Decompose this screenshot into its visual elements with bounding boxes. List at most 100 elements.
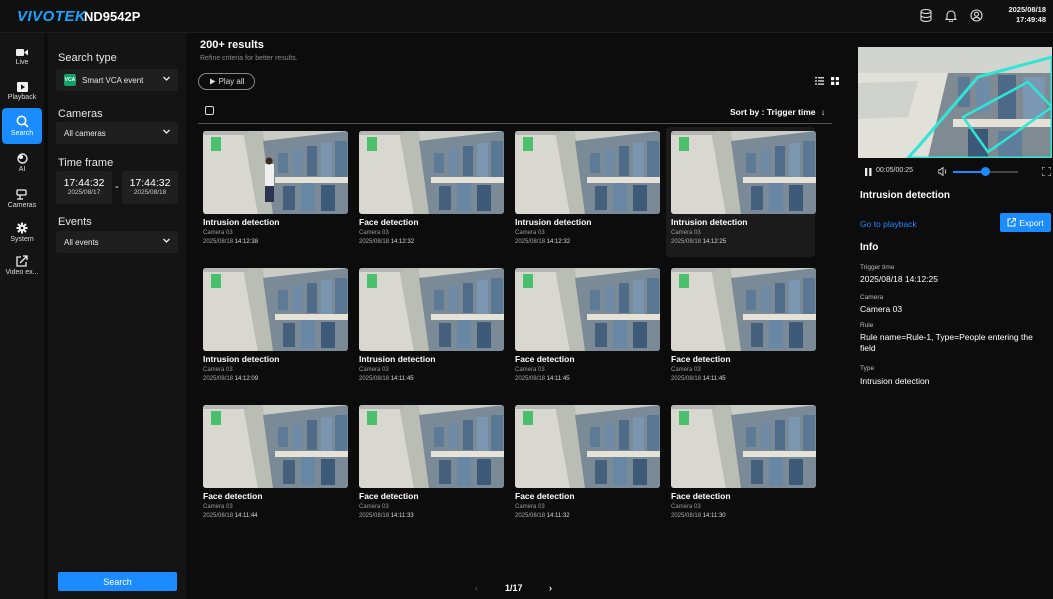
select-all-checkbox[interactable]	[205, 106, 214, 115]
events-label: Events	[58, 216, 92, 228]
result-card[interactable]: Face detection Camera 03 2025/08/18 14:11:…	[198, 401, 347, 531]
nav-video-export[interactable]: Video ex...	[2, 249, 42, 281]
event-timestamp: 2025/08/18 14:12:32	[515, 239, 570, 245]
result-card[interactable]: Intrusion detection Camera 03 2025/08/18 1…	[510, 127, 659, 257]
event-camera: Camera 03	[359, 504, 389, 510]
top-date: 2025/08/18	[1008, 5, 1046, 14]
result-card[interactable]: Intrusion detection Camera 03 2025/08/18 1…	[666, 127, 815, 257]
events-select[interactable]: All events	[56, 231, 178, 253]
results-count: 200+ results	[200, 39, 264, 51]
top-datetime: 2025/08/18 17:49:48	[1008, 5, 1046, 25]
result-card[interactable]: Face detection Camera 03 2025/08/18 14:11:…	[666, 264, 815, 394]
event-camera: Camera 03	[515, 504, 545, 510]
event-date: 2025/08/18	[359, 376, 390, 382]
event-time: 14:12:09	[234, 376, 259, 382]
event-date: 2025/08/18	[359, 239, 390, 245]
event-camera: Camera 03	[359, 230, 389, 236]
time-separator: -	[115, 181, 119, 193]
end-time: 17:44:32	[129, 177, 171, 189]
cameras-select[interactable]: All cameras	[56, 122, 178, 144]
list-view-icon[interactable]	[815, 77, 824, 85]
event-camera: Camera 03	[203, 504, 233, 510]
event-camera: Camera 03	[359, 367, 389, 373]
cameras-icon	[16, 189, 27, 200]
event-title: Face detection	[671, 354, 731, 364]
start-date: 2025/08/17	[67, 189, 101, 196]
nav-cameras[interactable]: Cameras	[2, 183, 42, 215]
nav-live[interactable]: Live	[2, 41, 42, 73]
event-timestamp: 2025/08/18 14:11:33	[359, 513, 414, 519]
nav-label-playback: Playback	[7, 93, 37, 101]
event-time: 14:11:44	[234, 513, 258, 519]
export-icon	[1007, 218, 1017, 227]
event-title: Face detection	[359, 491, 419, 501]
event-timestamp: 2025/08/18 14:12:32	[359, 239, 414, 245]
result-card[interactable]: Face detection Camera 03 2025/08/18 14:11:…	[666, 401, 815, 531]
fullscreen-icon[interactable]	[1042, 167, 1051, 176]
events-value: All events	[64, 237, 99, 247]
event-date: 2025/08/18	[515, 376, 546, 382]
results-hint: Refine criteria for better results.	[200, 55, 298, 62]
event-title: Intrusion detection	[203, 217, 280, 227]
event-camera: Camera 03	[671, 504, 701, 510]
grid-view-icon[interactable]	[831, 77, 839, 85]
nav-label-ai: AI	[18, 166, 26, 173]
export-icon	[16, 254, 28, 267]
chevron-down-icon	[163, 129, 170, 134]
event-thumbnail	[203, 131, 348, 214]
event-date: 2025/08/18	[671, 376, 702, 382]
gear-icon	[16, 222, 28, 233]
result-card[interactable]: Intrusion detection Camera 03 2025/08/18 1…	[198, 127, 347, 257]
nav-ai[interactable]: AI	[2, 147, 42, 179]
event-camera: Camera 03	[203, 367, 233, 373]
event-camera: Camera 03	[515, 367, 545, 373]
nav-label-cameras: Cameras	[7, 202, 37, 209]
device-model: ND9542P	[84, 9, 141, 24]
event-date: 2025/08/18	[515, 239, 546, 245]
result-card[interactable]: Face detection Camera 03 2025/08/18 14:11:…	[510, 401, 659, 531]
go-to-playback-link[interactable]: Go to playback	[860, 219, 917, 229]
event-timestamp: 2025/08/18 14:11:45	[515, 376, 570, 382]
result-card[interactable]: Intrusion detection Camera 03 2025/08/18 1…	[354, 264, 503, 394]
prev-page-button[interactable]: ‹	[475, 583, 478, 593]
type-value: Intrusion detection	[860, 376, 930, 386]
event-preview-video[interactable]	[858, 47, 1052, 158]
storage-icon[interactable]	[919, 8, 933, 22]
result-card[interactable]: Face detection Camera 03 2025/08/18 14:11:…	[510, 264, 659, 394]
start-time-field[interactable]: 17:44:32 2025/08/17	[56, 171, 112, 204]
event-timestamp: 2025/08/18 14:11:45	[671, 376, 726, 382]
search-button[interactable]: Search	[58, 572, 177, 591]
result-card[interactable]: Intrusion detection Camera 03 2025/08/18 1…	[198, 264, 347, 394]
event-camera: Camera 03	[203, 230, 233, 236]
event-time: 14:11:45	[390, 376, 414, 382]
volume-slider-handle[interactable]	[981, 167, 990, 176]
event-title: Face detection	[515, 491, 575, 501]
play-all-label: Play all	[218, 77, 245, 86]
event-title: Face detection	[359, 217, 419, 227]
event-thumbnail	[515, 268, 660, 351]
nav-search[interactable]: Search	[2, 108, 42, 144]
pause-icon[interactable]	[865, 168, 872, 176]
event-date: 2025/08/18	[671, 239, 702, 245]
nav-system[interactable]: System	[2, 216, 42, 248]
end-time-field[interactable]: 17:44:32 2025/08/18	[122, 171, 178, 204]
event-camera: Camera 03	[671, 367, 701, 373]
bell-icon[interactable]	[944, 8, 958, 22]
rule-value: Rule name=Rule-1, Type=People entering t…	[860, 332, 1033, 353]
next-page-button[interactable]: ›	[549, 583, 552, 593]
result-card[interactable]: Face detection Camera 03 2025/08/18 14:11:…	[354, 401, 503, 531]
event-date: 2025/08/18	[203, 513, 234, 519]
left-navigation: Live Playback Search AI Cameras System V…	[0, 33, 44, 599]
volume-icon[interactable]	[938, 167, 948, 176]
event-thumbnail	[671, 131, 816, 214]
sort-by-control[interactable]: Sort by : Trigger time ↓	[730, 107, 825, 117]
event-time: 14:12:25	[702, 239, 727, 245]
result-card[interactable]: Face detection Camera 03 2025/08/18 14:12:…	[354, 127, 503, 257]
event-date: 2025/08/18	[671, 513, 702, 519]
search-type-select[interactable]: VCA Smart VCA event	[56, 69, 178, 91]
export-button[interactable]: Export	[1000, 213, 1051, 232]
user-icon[interactable]	[969, 8, 983, 22]
nav-playback[interactable]: Playback	[2, 75, 42, 107]
info-heading: Info	[860, 242, 879, 253]
play-all-button[interactable]: Play all	[198, 73, 255, 90]
